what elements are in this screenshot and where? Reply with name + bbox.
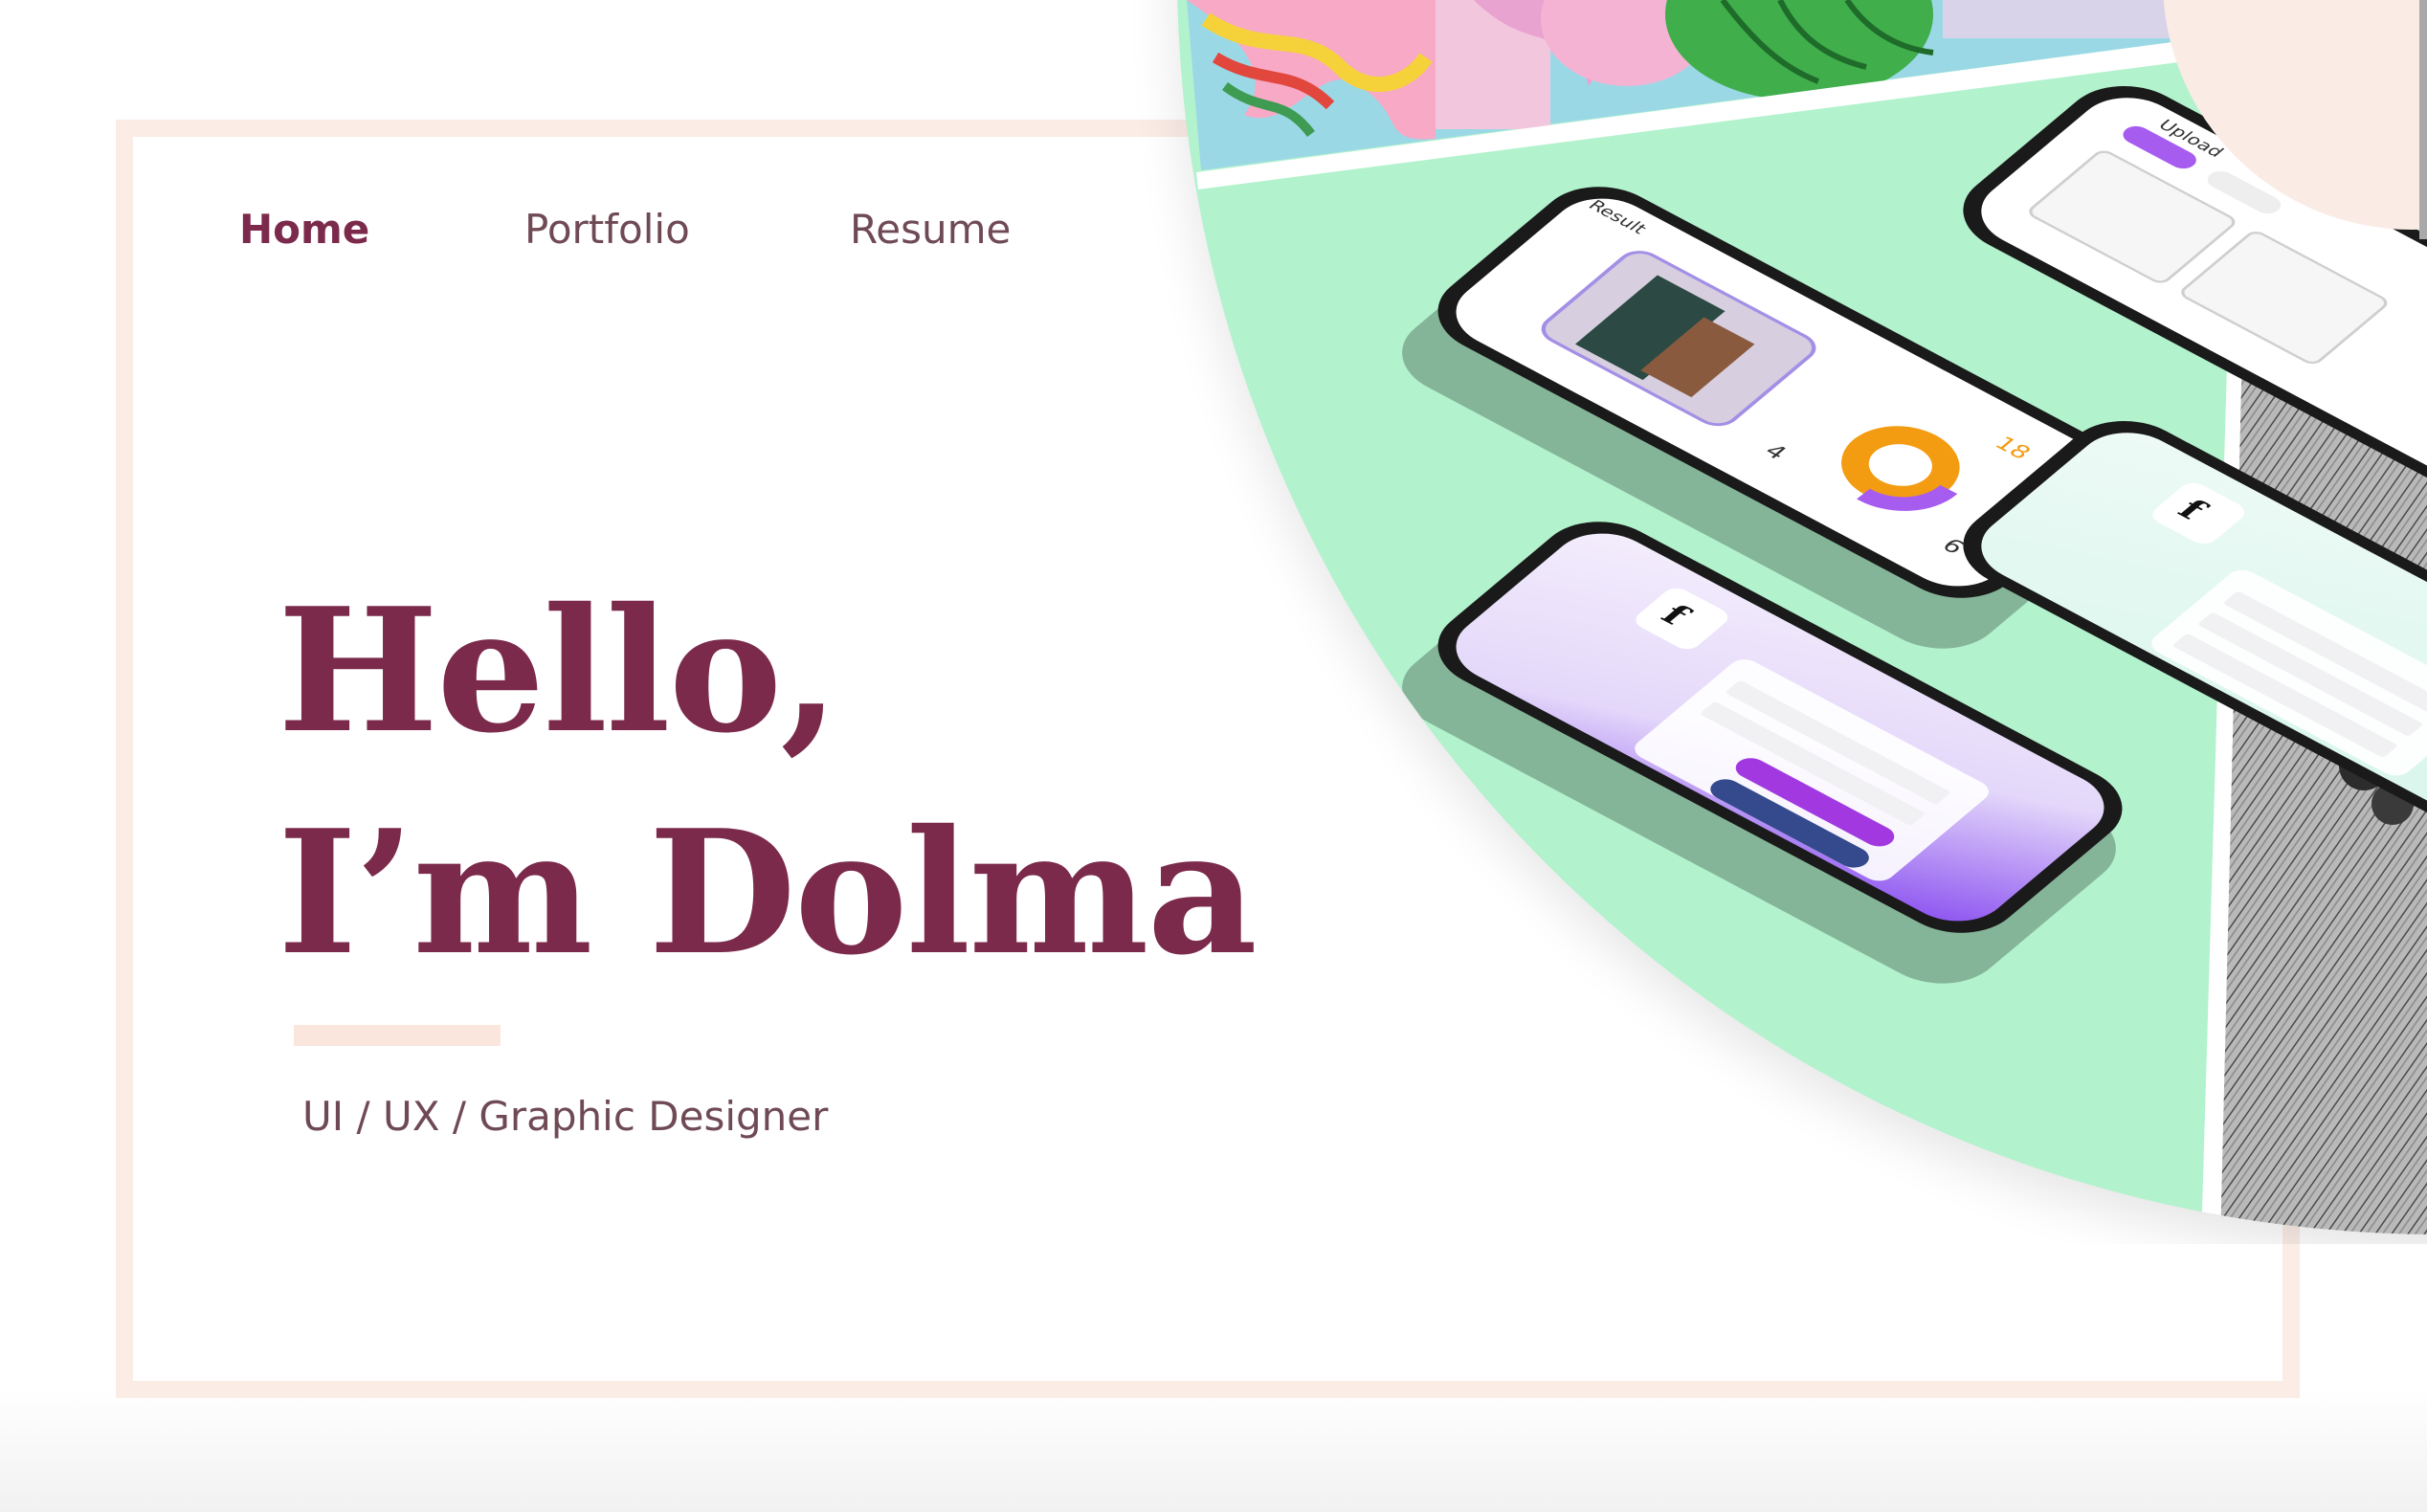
nav-portfolio-link[interactable]: Portfolio xyxy=(524,206,690,253)
nav-home-link[interactable]: Home xyxy=(239,206,369,253)
page-bottom-shade xyxy=(0,1388,2427,1512)
nav-resume-link[interactable]: Resume xyxy=(850,206,1011,253)
accent-divider xyxy=(294,1025,501,1046)
hero-subtitle: UI / UX / Graphic Designer xyxy=(302,1093,829,1140)
hero-greeting-line1: Hello, xyxy=(278,570,839,770)
hero-headline: Hello, I’m Dolma xyxy=(278,560,1258,1004)
hero-greeting-line2: I’m Dolma xyxy=(278,792,1258,992)
